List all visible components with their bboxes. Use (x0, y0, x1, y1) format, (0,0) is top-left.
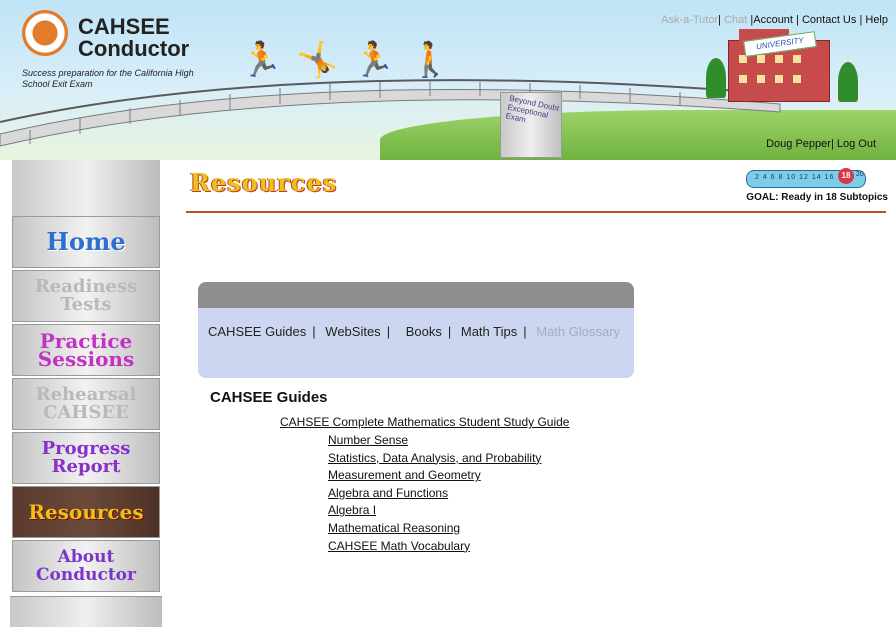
nav-home[interactable]: Home (12, 216, 160, 268)
bridge-pillar: Beyond Doubt Exceptional Exam (500, 92, 562, 158)
nav-practice-label: Practice Sessions (37, 329, 135, 371)
pillar-text: Beyond Doubt Exceptional Exam (504, 93, 560, 125)
chat-link[interactable]: Chat (724, 14, 747, 26)
ask-a-tutor-link[interactable]: Ask-a-Tutor (661, 14, 718, 26)
list-item[interactable]: Algebra and Functions (328, 485, 541, 503)
nav-rehearsal-cahsee[interactable]: Rehearsal CAHSEE (12, 378, 160, 430)
section-title: CAHSEE Guides (210, 389, 328, 406)
resource-tabs: CAHSEE Guides | WebSites | Books | Math Tip… (208, 324, 621, 339)
sidebar-nav: Home Readiness Tests Practice Sessions R… (0, 160, 170, 628)
nav-about-label: About Conductor (36, 547, 136, 585)
nav-rehearsal-label: Rehearsal CAHSEE (35, 384, 137, 423)
list-item[interactable]: Mathematical Reasoning (328, 520, 541, 538)
help-link[interactable]: Help (865, 14, 888, 26)
nav-readiness-tests[interactable]: Readiness Tests (12, 270, 160, 322)
nav-home-label: Home (46, 227, 126, 256)
list-item[interactable]: Statistics, Data Analysis, and Probabili… (328, 450, 541, 468)
conductor-logo-icon (22, 10, 68, 56)
goal-label: GOAL: Ready in 18 Subtopics (746, 192, 888, 203)
list-item[interactable]: Number Sense (328, 432, 541, 450)
pillar-top (12, 160, 160, 216)
tab-cahsee-guides[interactable]: CAHSEE Guides (208, 324, 306, 339)
nav-practice-sessions[interactable]: Practice Sessions (12, 324, 160, 376)
tab-websites[interactable]: WebSites (325, 324, 380, 339)
logout-link[interactable]: Log Out (837, 138, 876, 150)
goal-end: 20 (856, 171, 864, 178)
study-guide-link[interactable]: CAHSEE Complete Mathematics Student Stud… (280, 415, 569, 429)
nav-about-conductor[interactable]: About Conductor (12, 540, 160, 592)
tree-icon (838, 62, 858, 102)
contact-us-link[interactable]: Contact Us (802, 14, 856, 26)
panel-header-bar (198, 282, 634, 308)
tab-math-tips[interactable]: Math Tips (461, 324, 517, 339)
goal-marker: 18 (838, 168, 854, 184)
list-item[interactable]: CAHSEE Math Vocabulary (328, 538, 541, 556)
pillar-base (10, 596, 162, 627)
user-line: Doug Pepper| Log Out (766, 138, 876, 150)
logo-title-line2: Conductor (78, 36, 190, 61)
list-item[interactable]: Algebra I (328, 502, 541, 520)
page-title: Resources (190, 168, 338, 197)
header-banner: CAHSEE Conductor Success preparation for… (0, 0, 896, 160)
user-name[interactable]: Doug Pepper (766, 138, 831, 150)
tab-books[interactable]: Books (406, 324, 442, 339)
account-link[interactable]: Account (753, 14, 793, 26)
goal-ticks: 2 4 6 8 10 12 14 16 (755, 174, 835, 181)
nav-progress-label: Progress Report (41, 438, 131, 477)
nav-resources[interactable]: Resources (12, 486, 160, 538)
nav-readiness-label: Readiness Tests (34, 276, 138, 315)
tab-math-glossary[interactable]: Math Glossary (536, 324, 620, 339)
top-links: Ask-a-Tutor| Chat |Account | Contact Us … (661, 14, 888, 26)
nav-progress-report[interactable]: Progress Report (12, 432, 160, 484)
heading-rule (186, 211, 886, 213)
nav-resources-label: Resources (28, 500, 144, 524)
students-silhouettes-icon: 🏃🤸🏃🚶 (240, 41, 466, 79)
tree-icon (706, 58, 726, 98)
guide-topic-list: Number Sense Statistics, Data Analysis, … (328, 432, 541, 555)
list-item[interactable]: Measurement and Geometry (328, 467, 541, 485)
